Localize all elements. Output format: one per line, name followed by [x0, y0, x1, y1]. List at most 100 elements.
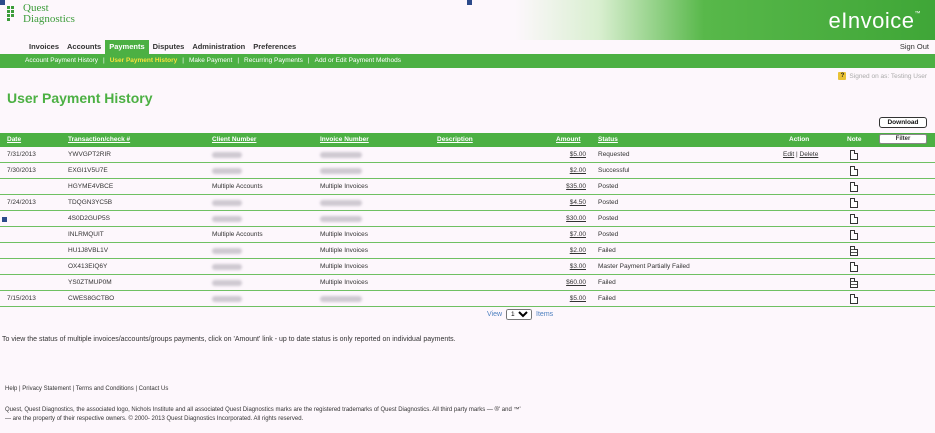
subnav-separator: | — [102, 57, 105, 64]
cell-transaction: YWVGPT2RIR — [68, 151, 111, 158]
cell-transaction: INLRMQUIT — [68, 231, 104, 238]
quest-logo-icon — [7, 6, 14, 21]
cell-transaction: TDQGN3YC5B — [68, 199, 113, 206]
header-status[interactable]: Status — [598, 136, 618, 143]
legal-line2: — are the property of their respective o… — [5, 416, 304, 422]
note-empty-icon[interactable] — [850, 230, 858, 240]
trademark: ™ — [914, 11, 921, 17]
subnav-separator: | — [237, 57, 240, 64]
table-row: HU1J8VBL1V Multiple Invoices $2.00 Failed — [0, 243, 935, 259]
note-empty-icon[interactable] — [850, 262, 858, 272]
cell-transaction: YS0ZTMUP0M — [68, 279, 112, 286]
note-empty-icon[interactable] — [850, 214, 858, 224]
header-date[interactable]: Date — [7, 136, 21, 143]
cell-invoice-number: Multiple Invoices — [320, 247, 369, 254]
cell-amount-link[interactable]: $60.00 — [566, 279, 586, 286]
note-empty-icon[interactable] — [850, 182, 858, 192]
note-empty-icon[interactable] — [850, 294, 858, 304]
cell-status: Requested — [598, 151, 630, 158]
nav-administration[interactable]: Administration — [188, 40, 249, 54]
cell-amount-link[interactable]: $5.00 — [570, 151, 586, 158]
cell-transaction: HU1J8VBL1V — [68, 247, 109, 254]
table-row: HGYME4VBCE Multiple Accounts Multiple Invo… — [0, 179, 935, 195]
footer-terms-link[interactable]: Terms and Conditions — [76, 386, 134, 392]
note-empty-icon[interactable] — [850, 166, 858, 176]
nav-preferences[interactable]: Preferences — [249, 40, 300, 54]
cell-status: Successful — [598, 167, 630, 174]
footer-separator: | — [72, 386, 75, 392]
cell-status: Posted — [598, 183, 619, 190]
note-empty-icon[interactable] — [850, 150, 858, 160]
footer-privacy-link[interactable]: Privacy Statement — [22, 386, 71, 392]
filter-button[interactable]: Filter — [879, 134, 927, 144]
redacted-invoice-number — [320, 200, 362, 206]
subnav-payment-methods[interactable]: Add or Edit Payment Methods — [315, 57, 401, 64]
subnav-account-payment-history[interactable]: Account Payment History — [25, 57, 98, 64]
signed-on-text: Signed on as: Testing User — [849, 72, 927, 80]
sign-out-link[interactable]: Sign Out — [900, 42, 929, 51]
quest-logo[interactable]: Quest Diagnostics — [6, 2, 126, 32]
cell-amount-link[interactable]: $7.00 — [570, 231, 586, 238]
table-row: 7/24/2013 TDQGN3YC5B $4.50 Posted — [0, 195, 935, 211]
cell-amount-link[interactable]: $30.00 — [566, 215, 586, 222]
note-filled-icon[interactable] — [850, 278, 858, 288]
header-invoice-number[interactable]: Invoice Number — [320, 136, 369, 143]
cell-amount-link[interactable]: $5.00 — [570, 295, 586, 302]
redacted-client-number — [212, 280, 242, 286]
legal-line1: Quest, Quest Diagnostics, the associated… — [5, 407, 521, 413]
info-text: To view the status of multiple invoices/… — [2, 336, 456, 343]
redacted-client-number — [212, 248, 242, 254]
subnav-make-payment[interactable]: Make Payment — [189, 57, 232, 64]
cell-amount-link[interactable]: $35.00 — [566, 183, 586, 190]
nav-accounts[interactable]: Accounts — [63, 40, 105, 54]
cell-action: Edit | Delete — [783, 151, 818, 158]
table-row: 7/15/2013 CWES8GCTBO $5.00 Failed — [0, 291, 935, 307]
cell-amount-link[interactable]: $3.00 — [570, 263, 586, 270]
subnav-user-payment-history[interactable]: User Payment History — [110, 57, 178, 64]
action-separator: | — [796, 151, 798, 158]
cell-status: Posted — [598, 199, 619, 206]
app-name-text: eInvoice — [828, 8, 915, 33]
redacted-client-number — [212, 264, 242, 270]
header-amount[interactable]: Amount — [556, 136, 581, 143]
note-filled-icon[interactable] — [850, 246, 858, 256]
logo-line2: Diagnostics — [23, 13, 75, 25]
footer-contact-link[interactable]: Contact Us — [139, 386, 169, 392]
nav-payments[interactable]: Payments — [105, 40, 149, 54]
note-empty-icon[interactable] — [850, 198, 858, 208]
decor-square — [2, 217, 7, 222]
footer-help-link[interactable]: Help — [5, 386, 17, 392]
edit-link[interactable]: Edit — [783, 151, 794, 158]
table-row: 4S0D2GUP5S $30.00 Posted — [0, 211, 935, 227]
payment-history-table: Date Transaction/check # Client Number I… — [0, 133, 935, 307]
app-name: eInvoice™ — [829, 8, 921, 34]
subnav-recurring-payments[interactable]: Recurring Payments — [244, 57, 303, 64]
main-nav: Invoices Accounts Payments Disputes Admi… — [0, 40, 935, 54]
page-size-select[interactable]: 10 — [506, 309, 533, 320]
header-transaction[interactable]: Transaction/check # — [68, 136, 130, 143]
table-row: YS0ZTMUP0M Multiple Invoices $60.00 Failed — [0, 275, 935, 291]
nav-invoices[interactable]: Invoices — [25, 40, 63, 54]
redacted-client-number — [212, 216, 242, 222]
nav-disputes[interactable]: Disputes — [149, 40, 189, 54]
cell-status: Failed — [598, 247, 616, 254]
subnav-separator: | — [307, 57, 310, 64]
cell-transaction: EXGI1V5U7E — [68, 167, 108, 174]
app-header: Quest Diagnostics eInvoice™ — [0, 0, 935, 40]
cell-date: 7/31/2013 — [7, 151, 36, 158]
download-button[interactable]: Download — [879, 117, 927, 128]
cell-invoice-number: Multiple Invoices — [320, 183, 369, 190]
cell-status: Posted — [598, 215, 619, 222]
cell-amount-link[interactable]: $4.50 — [570, 199, 586, 206]
cell-amount-link[interactable]: $2.00 — [570, 247, 586, 254]
header-description[interactable]: Description — [437, 136, 473, 143]
help-icon[interactable]: ? — [838, 72, 847, 80]
cell-transaction: 4S0D2GUP5S — [68, 215, 110, 222]
decor-square — [467, 0, 472, 5]
header-action: Action — [789, 136, 810, 143]
cell-transaction: CWES8GCTBO — [68, 295, 115, 302]
table-row: OX413EIQ6Y Multiple Invoices $3.00 Master P… — [0, 259, 935, 275]
cell-amount-link[interactable]: $2.00 — [570, 167, 586, 174]
delete-link[interactable]: Delete — [800, 151, 819, 158]
header-client-number[interactable]: Client Number — [212, 136, 256, 143]
